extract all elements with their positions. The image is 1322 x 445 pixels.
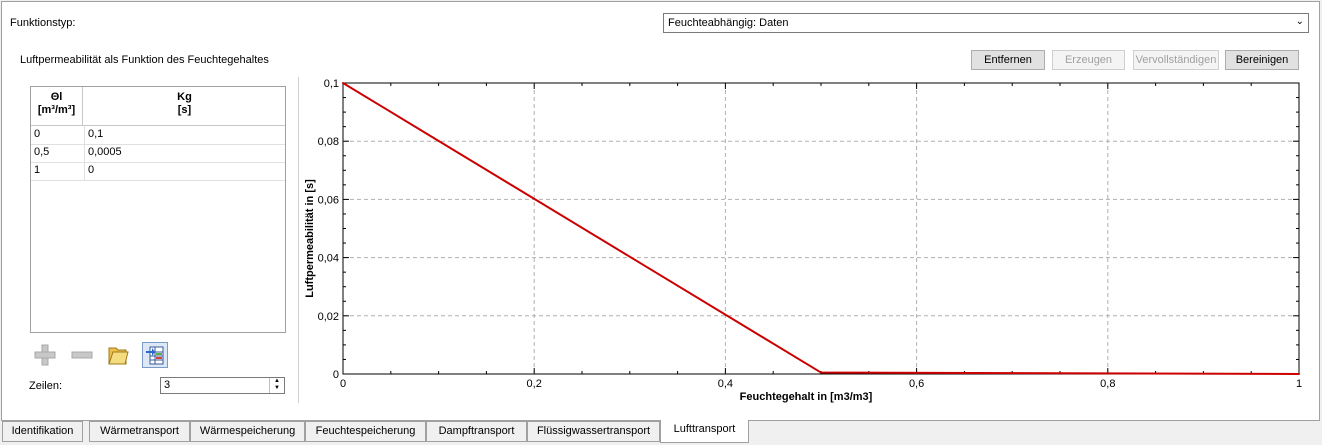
- column-header-moisture[interactable]: Θl [m³/m³]: [31, 87, 83, 125]
- complete-button[interactable]: Vervollständigen: [1133, 50, 1219, 70]
- main-panel: Funktionstyp: Feuchteabhängig: Daten ⌄ L…: [1, 1, 1320, 421]
- tab-fluessigwassertransport[interactable]: Flüssigwassertransport: [527, 421, 660, 442]
- spin-up-icon[interactable]: ▲: [270, 378, 284, 385]
- x-axis-label: Feuchtegehalt in [m3/m3]: [740, 391, 873, 403]
- table-header: Θl [m³/m³] Kg [s]: [31, 87, 285, 126]
- import-table-button[interactable]: [142, 342, 168, 368]
- open-folder-icon: [108, 347, 129, 365]
- funktionstyp-select[interactable]: Feuchteabhängig: Daten ⌄: [663, 13, 1309, 33]
- remove-row-button[interactable]: [69, 342, 95, 368]
- table-cell[interactable]: 0: [84, 162, 285, 180]
- column-header-permeability-symbol: Kg: [177, 91, 192, 103]
- x-tick-label: 0,4: [718, 378, 733, 390]
- table-row[interactable]: 0,5 0,0005: [31, 144, 285, 163]
- tab-feuchtespeicherung[interactable]: Feuchtespeicherung: [305, 421, 426, 442]
- table-cell[interactable]: 0,5: [34, 146, 82, 158]
- rows-label: Zeilen:: [29, 380, 63, 392]
- y-axis-label: Luftpermeabilität in [s]: [304, 179, 316, 298]
- tab-identifikation[interactable]: Identifikation: [2, 421, 83, 442]
- column-header-moisture-unit: [m³/m³]: [37, 104, 76, 116]
- chart-area: 0 0,2 0,4 0,6 0,8 1 0 0,02 0,04 0,06 0,08 0,1 Feucht…: [298, 77, 1310, 403]
- x-tick-label: 1: [1296, 378, 1302, 390]
- y-tick-label: 0: [333, 369, 339, 381]
- remove-button[interactable]: Entfernen: [971, 50, 1045, 70]
- table-cell[interactable]: 0,1: [84, 126, 285, 144]
- y-tick-label: 0,02: [318, 311, 339, 323]
- tab-lufttransport[interactable]: Lufttransport: [660, 420, 749, 443]
- add-icon: [34, 344, 56, 366]
- data-table[interactable]: Θl [m³/m³] Kg [s] 0 0,1 0,5 0,0005 1 0: [30, 86, 286, 333]
- table-import-icon: [146, 346, 164, 365]
- table-cell[interactable]: 0: [34, 128, 82, 140]
- column-header-permeability[interactable]: Kg [s]: [84, 87, 285, 125]
- funktionstyp-label: Funktionstyp:: [10, 17, 76, 29]
- y-tick-label: 0,06: [318, 194, 339, 206]
- x-tick-label: 0,2: [527, 378, 542, 390]
- generate-button[interactable]: Erzeugen: [1052, 50, 1125, 70]
- y-tick-label: 0,04: [318, 253, 339, 265]
- y-tick-label: 0,1: [324, 78, 339, 90]
- spin-arrows[interactable]: ▲ ▼: [269, 378, 284, 393]
- tab-waermetransport[interactable]: Wärmetransport: [89, 421, 190, 442]
- column-header-permeability-unit: [s]: [177, 104, 192, 116]
- x-tick-label: 0: [340, 378, 346, 390]
- x-tick-label: 0,6: [909, 378, 924, 390]
- tab-dampftransport[interactable]: Dampftransport: [426, 421, 527, 442]
- clean-button[interactable]: Bereinigen: [1225, 50, 1299, 70]
- section-title: Luftpermeabilität als Funktion des Feuch…: [20, 54, 269, 66]
- remove-icon: [71, 351, 93, 359]
- chevron-down-icon: ⌄: [1295, 16, 1304, 27]
- tab-waermespeicherung[interactable]: Wärmespeicherung: [190, 421, 305, 442]
- table-cell[interactable]: 0,0005: [84, 144, 285, 162]
- add-row-button[interactable]: [32, 342, 58, 368]
- rows-value: 3: [164, 379, 171, 391]
- rows-spinbox[interactable]: 3 ▲ ▼: [160, 377, 285, 394]
- table-cell[interactable]: 1: [34, 164, 82, 176]
- spin-down-icon[interactable]: ▼: [270, 385, 284, 392]
- open-file-button[interactable]: [105, 342, 131, 368]
- data-point: [1298, 373, 1300, 375]
- table-row[interactable]: 0 0,1: [31, 126, 285, 145]
- y-tick-label: 0,08: [318, 136, 339, 148]
- column-header-moisture-symbol: Θl: [50, 91, 63, 103]
- table-row[interactable]: 1 0: [31, 162, 285, 181]
- data-point: [820, 371, 822, 374]
- data-point: [342, 82, 344, 84]
- plot-frame: [342, 82, 1300, 375]
- chart-svg: 0 0,2 0,4 0,6 0,8 1 0 0,02 0,04 0,06 0,08 0,1 Feucht…: [304, 78, 1302, 403]
- funktionstyp-value: Feuchteabhängig: Daten: [668, 17, 789, 29]
- x-tick-label: 0,8: [1100, 378, 1115, 390]
